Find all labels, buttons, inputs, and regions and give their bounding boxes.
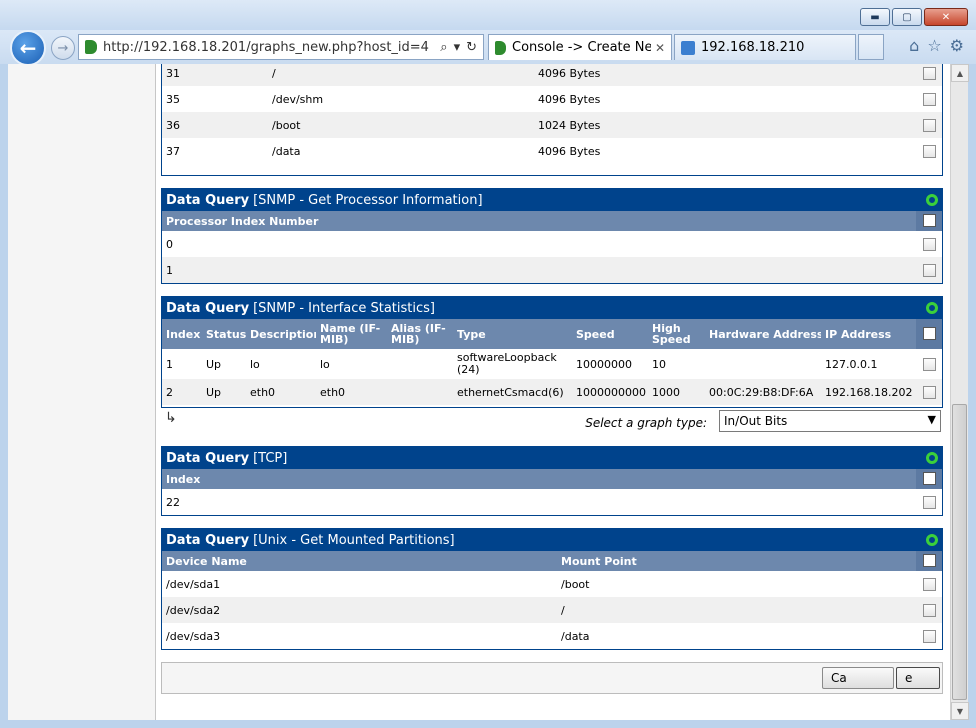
row-checkbox[interactable] xyxy=(923,118,936,132)
table-row[interactable]: 22 xyxy=(162,489,942,515)
status-ring-icon[interactable] xyxy=(926,452,938,464)
column-header-row: Processor Index Number xyxy=(162,211,942,231)
address-url[interactable]: http://192.168.18.201/graphs_new.php?hos… xyxy=(103,40,440,55)
panel-header: Data Query [SNMP - Interface Statistics] xyxy=(162,297,942,319)
vertical-scrollbar[interactable]: ▲ ▼ xyxy=(950,64,969,720)
search-icon[interactable]: ⌕ xyxy=(440,40,447,55)
graph-type-label: Select a graph type: xyxy=(585,416,707,430)
home-icon[interactable]: ⌂ xyxy=(909,36,919,55)
row-checkbox[interactable] xyxy=(923,66,936,80)
table-row[interactable]: 37 /data 4096 Bytes xyxy=(162,138,942,164)
scrollbar-thumb[interactable] xyxy=(952,404,967,700)
row-checkbox[interactable] xyxy=(923,357,936,371)
page-favicon-icon xyxy=(681,40,695,55)
row-checkbox[interactable] xyxy=(923,263,936,277)
column-header-row: Index Status Description Name (IF-MIB) A… xyxy=(162,319,942,349)
row-checkbox[interactable] xyxy=(923,237,936,251)
back-arrow-icon: ← xyxy=(19,36,37,60)
close-window-button[interactable]: ✕ xyxy=(924,8,968,26)
panel-header: Data Query [SNMP - Get Processor Informa… xyxy=(162,189,942,211)
row-checkbox[interactable] xyxy=(923,92,936,106)
interface-query-panel: Data Query [SNMP - Interface Statistics]… xyxy=(161,296,943,408)
action-bar: Ca e xyxy=(161,662,943,694)
status-ring-icon[interactable] xyxy=(926,534,938,546)
window-controls: ▬ ▢ ✕ xyxy=(860,8,968,26)
panel-header: Data Query [Unix - Get Mounted Partition… xyxy=(162,529,942,551)
table-row[interactable]: 35 /dev/shm 4096 Bytes xyxy=(162,86,942,112)
cancel-button[interactable]: Ca xyxy=(822,667,894,689)
select-all-checkbox[interactable] xyxy=(923,472,936,485)
table-row[interactable]: 2 Up eth0 eth0 ethernetCsmacd(6) 1000000… xyxy=(162,379,942,405)
table-row[interactable]: 1 Up lo lo softwareLoopback (24) 1000000… xyxy=(162,349,942,379)
table-row[interactable]: /dev/sda3 /data xyxy=(162,623,942,649)
table-row[interactable]: 36 /boot 1024 Bytes xyxy=(162,112,942,138)
window-titlebar: ▬ ▢ ✕ xyxy=(0,0,976,32)
minimize-button[interactable]: ▬ xyxy=(860,8,890,26)
table-row[interactable]: /dev/sda2 / xyxy=(162,597,942,623)
site-favicon-icon xyxy=(85,40,97,54)
table-row[interactable]: 31 / 4096 Bytes xyxy=(162,64,942,86)
tab-host[interactable]: 192.168.18.210 xyxy=(674,34,856,60)
panel-header: Data Query [TCP] xyxy=(162,447,942,469)
forward-button[interactable]: → xyxy=(51,36,75,60)
row-checkbox[interactable] xyxy=(923,385,936,399)
row-checkbox[interactable] xyxy=(923,629,936,643)
chevron-down-icon: ▼ xyxy=(927,413,936,426)
tab-console[interactable]: Console -> Create Ne... ✕ xyxy=(488,34,672,60)
maximize-button[interactable]: ▢ xyxy=(892,8,922,26)
page-viewport: 31 / 4096 Bytes 35 /dev/shm 4096 Bytes 3… xyxy=(8,64,950,720)
tcp-query-panel: Data Query [TCP] Index 22 xyxy=(161,446,943,516)
settings-gear-icon[interactable]: ⚙ xyxy=(950,36,964,55)
window-bottom-frame xyxy=(0,720,976,728)
refresh-icon[interactable]: ↻ xyxy=(466,40,477,55)
create-button[interactable]: e xyxy=(896,667,940,689)
row-checkbox[interactable] xyxy=(923,495,936,509)
partial-partitions-panel: 31 / 4096 Bytes 35 /dev/shm 4096 Bytes 3… xyxy=(161,64,943,176)
select-all-checkbox[interactable] xyxy=(923,214,936,227)
browser-toolbar: ← → http://192.168.18.201/graphs_new.php… xyxy=(0,30,976,66)
row-checkbox[interactable] xyxy=(923,577,936,591)
forward-arrow-icon: → xyxy=(57,40,69,56)
select-all-checkbox[interactable] xyxy=(923,327,936,340)
column-header-row: Index xyxy=(162,469,942,489)
new-tab-button[interactable] xyxy=(858,34,884,60)
corner-arrow-icon: ↳ xyxy=(165,410,177,426)
processor-query-panel: Data Query [SNMP - Get Processor Informa… xyxy=(161,188,943,284)
status-ring-icon[interactable] xyxy=(926,302,938,314)
favorites-star-icon[interactable]: ☆ xyxy=(927,36,941,55)
scroll-up-icon[interactable]: ▲ xyxy=(951,64,969,82)
back-button[interactable]: ← xyxy=(10,30,46,66)
status-ring-icon[interactable] xyxy=(926,194,938,206)
partitions-query-panel: Data Query [Unix - Get Mounted Partition… xyxy=(161,528,943,650)
scroll-down-icon[interactable]: ▼ xyxy=(951,702,969,720)
dropdown-icon[interactable]: ▾ xyxy=(454,40,461,55)
row-checkbox[interactable] xyxy=(923,144,936,158)
row-checkbox[interactable] xyxy=(923,603,936,617)
table-row[interactable]: 1 xyxy=(162,257,942,283)
table-row[interactable]: 0 xyxy=(162,231,942,257)
select-all-checkbox[interactable] xyxy=(923,554,936,567)
tab-label: 192.168.18.210 xyxy=(701,40,805,55)
graph-type-select[interactable]: In/Out Bits ▼ xyxy=(719,410,941,432)
table-row[interactable]: /dev/sda1 /boot xyxy=(162,571,942,597)
cacti-favicon-icon xyxy=(495,40,506,55)
navigation-sidebar xyxy=(8,64,156,720)
address-bar[interactable]: http://192.168.18.201/graphs_new.php?hos… xyxy=(78,34,484,60)
tab-label: Console -> Create Ne... xyxy=(512,40,651,55)
close-tab-icon[interactable]: ✕ xyxy=(655,41,665,55)
graph-type-row: ↳ Select a graph type: In/Out Bits ▼ xyxy=(161,408,943,438)
column-header-row: Device Name Mount Point xyxy=(162,551,942,571)
